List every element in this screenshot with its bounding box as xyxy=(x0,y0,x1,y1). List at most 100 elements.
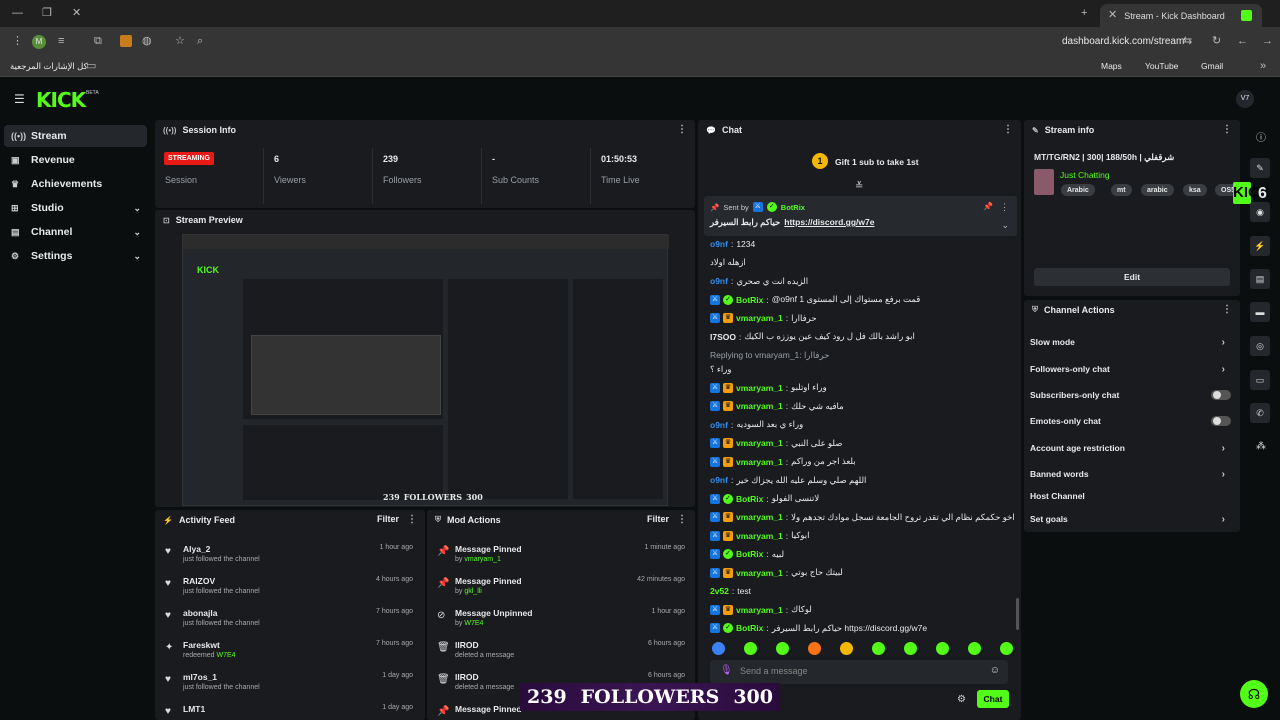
mod-item[interactable]: 📌 Message Pinned by vmaryam_1 1 minute ago xyxy=(427,540,695,572)
chat-icon[interactable]: ▬ xyxy=(1250,302,1270,322)
mod-item[interactable]: 📌 Message Pinned by gkl_lli 42 minutes ago xyxy=(427,572,695,604)
chat-username[interactable]: o9nf xyxy=(710,276,728,286)
channel-action-item[interactable]: Emotes-only chat xyxy=(1030,411,1235,431)
chat-username[interactable]: vmaryam_1 xyxy=(736,383,783,393)
chat-username[interactable]: vmaryam_1 xyxy=(736,401,783,411)
emote-icon[interactable] xyxy=(712,642,725,655)
activity-item[interactable]: ✦ Fareskwt redeemed W7E4 7 hours ago xyxy=(155,636,425,668)
chat-message[interactable]: ازهله اولاد xyxy=(710,256,746,270)
emote-icon[interactable] xyxy=(872,642,885,655)
activity-item[interactable]: ♥ LMT1 1 day ago xyxy=(155,700,425,720)
extensions-icon[interactable]: ⧉ xyxy=(94,36,102,47)
bookmark-star-icon[interactable]: ☆ xyxy=(175,36,185,47)
browser-tab[interactable]: ✕ Stream - Kick Dashboard xyxy=(1100,4,1262,27)
bookmark-gmail[interactable]: Gmail xyxy=(1201,61,1223,71)
user-avatar[interactable]: V7 xyxy=(1236,90,1254,108)
emote-icon[interactable] xyxy=(840,642,853,655)
extension-off-icon[interactable] xyxy=(120,35,132,47)
activity-item[interactable]: ♥ ml7os_1 just followed the channel 1 day a… xyxy=(155,668,425,700)
chat-message[interactable]: o9nf: اللهم صلي وسلم عليه الله يجزاك خير xyxy=(710,473,866,487)
sidebar-item-channel[interactable]: ▤ Channel ⌄ xyxy=(4,221,147,243)
search-icon[interactable]: ⌕ xyxy=(197,36,203,47)
toggle-switch[interactable] xyxy=(1211,390,1231,400)
kebab-menu-icon[interactable]: ⋮ xyxy=(677,124,687,135)
chat-username[interactable]: o9nf xyxy=(710,475,728,485)
activity-filter-button[interactable]: Filter xyxy=(377,514,399,524)
hamburger-menu-icon[interactable]: ☰ xyxy=(14,92,25,106)
close-tab-icon[interactable]: ✕ xyxy=(1108,10,1117,21)
chat-message[interactable]: 2v52: test xyxy=(710,584,751,598)
reload-icon[interactable]: ↻ xyxy=(1212,36,1221,47)
chat-message[interactable]: ⚔ ♛ vmaryam_1: صلو على النبي xyxy=(710,436,842,450)
profile-avatar-icon[interactable]: M xyxy=(32,35,46,49)
minimize-icon[interactable]: — xyxy=(12,8,23,19)
bookmark-maps[interactable]: Maps xyxy=(1101,61,1122,71)
channel-action-item[interactable]: Host Channel xyxy=(1030,486,1235,506)
chat-username[interactable]: BotRix xyxy=(736,494,763,504)
bookmark-youtube[interactable]: YouTube xyxy=(1145,61,1178,71)
channel-action-item[interactable]: Account age restriction › xyxy=(1030,438,1235,458)
chat-username[interactable]: BotRix xyxy=(736,623,763,633)
sidebar-item-stream[interactable]: ((•)) Stream xyxy=(4,125,147,147)
sidebar-item-revenue[interactable]: ▣ Revenue xyxy=(4,149,147,171)
gift-sub-text[interactable]: Gift 1 sub to take 1st xyxy=(835,157,919,167)
chat-message[interactable]: ⚔ ♛ vmaryam_1: لوكاك xyxy=(710,603,812,617)
bookmark-all[interactable]: كل الإشارات المرجعية xyxy=(10,61,88,72)
edit-button[interactable]: Edit xyxy=(1034,268,1230,286)
emoji-icon[interactable]: ☺ xyxy=(990,665,1000,676)
pencil-icon[interactable]: ✎ xyxy=(1250,158,1270,178)
close-window-icon[interactable]: ✕ xyxy=(72,8,81,19)
chat-message[interactable]: ⚔ ♛ vmaryam_1: ابوكيا xyxy=(710,529,810,543)
menu-dots-icon[interactable]: ⋮ xyxy=(12,36,23,47)
sidebar-item-studio[interactable]: ⊞ Studio ⌄ xyxy=(4,197,147,219)
chat-username[interactable]: vmaryam_1 xyxy=(736,605,783,615)
apps-icon[interactable]: ⁂ xyxy=(1256,441,1266,452)
sidebar-item-settings[interactable]: ⚙ Settings ⌄ xyxy=(4,245,147,267)
chat-message[interactable]: I7SOO: ابو راشد بالك فل ل رود كيف عين يوز… xyxy=(710,330,915,344)
stream-tag[interactable]: arabic xyxy=(1141,184,1174,196)
chat-message[interactable]: ⚔ ♛ vmaryam_1: حرفاارا xyxy=(710,311,817,325)
chat-message[interactable]: o9nf:1234 xyxy=(710,237,755,251)
channel-action-item[interactable]: Subscribers-only chat xyxy=(1030,385,1235,405)
kebab-menu-icon[interactable]: ⋮ xyxy=(677,514,687,525)
activity-item[interactable]: ♥ Alya_2 just followed the channel 1 hour a… xyxy=(155,540,425,572)
chat-message[interactable]: ⚔ ✓ BotRix: @o9nf قمت برفع مستواك إلى المست… xyxy=(710,293,920,307)
bookmarks-overflow-icon[interactable]: » xyxy=(1260,61,1266,72)
kebab-menu-icon[interactable]: ⋮ xyxy=(1003,124,1013,135)
chat-input[interactable]: 🎙 Send a message ☺ xyxy=(710,660,1008,684)
back-icon[interactable]: → xyxy=(1262,36,1273,47)
chat-username[interactable]: vmaryam_1 xyxy=(736,531,783,541)
chat-message[interactable]: ⚔ ♛ vmaryam_1: مافيه شي حلك xyxy=(710,399,844,413)
camera-icon[interactable]: ◉ xyxy=(1250,202,1270,222)
channel-action-item[interactable]: Banned words › xyxy=(1030,464,1235,484)
chat-message[interactable]: o9nf: وراء ي بعد السوديه xyxy=(710,418,803,432)
chat-username[interactable]: vmaryam_1 xyxy=(736,438,783,448)
emote-icon[interactable] xyxy=(968,642,981,655)
pinned-link[interactable]: https://discord.gg/w7e xyxy=(784,217,874,228)
clipboard-icon[interactable]: ▤ xyxy=(1250,269,1270,289)
channel-action-item[interactable]: Slow mode › xyxy=(1030,332,1235,352)
stream-tag[interactable]: mt xyxy=(1111,184,1132,196)
chat-scrollbar[interactable] xyxy=(1016,598,1019,630)
emote-icon[interactable] xyxy=(904,642,917,655)
kebab-menu-icon[interactable]: ⋮ xyxy=(1222,124,1232,135)
playlist-icon[interactable]: ≡ xyxy=(58,36,64,47)
broadcast-icon[interactable]: ◎ xyxy=(1250,336,1270,356)
wrench-icon[interactable]: ✆ xyxy=(1250,403,1270,423)
chat-message[interactable]: ⚔ ✓ BotRix: حياكم رابط السيرفر https://disc… xyxy=(710,621,927,635)
site-settings-icon[interactable]: ⇆ xyxy=(1183,36,1192,47)
mod-item[interactable]: ⊘ Message Unpinned by W7E4 1 hour ago xyxy=(427,604,695,636)
support-headset-icon[interactable]: ☊ xyxy=(1240,680,1268,708)
kebab-menu-icon[interactable]: ⋮ xyxy=(1000,202,1009,213)
stream-tag[interactable]: ksa xyxy=(1183,184,1207,196)
kick-logo[interactable]: KICK xyxy=(36,88,86,112)
collapse-icon[interactable]: ≚ xyxy=(855,181,863,192)
sidebar-item-achievements[interactable]: ♛ Achievements xyxy=(4,173,147,195)
chat-message[interactable]: Replying to vmaryam_1: حرفاارا xyxy=(710,348,829,362)
emote-icon[interactable] xyxy=(936,642,949,655)
chat-username[interactable]: o9nf xyxy=(710,420,728,430)
mod-item[interactable]: 🗑 lIROD deleted a message 6 hours ago xyxy=(427,636,695,668)
chat-message[interactable]: ⚔ ♛ vmaryam_1: اخو حكمكم نظام الي تقدر تروح… xyxy=(710,510,1015,524)
new-tab-icon[interactable]: + xyxy=(1081,8,1087,19)
chevron-down-icon[interactable]: ⌄ xyxy=(1001,220,1009,231)
